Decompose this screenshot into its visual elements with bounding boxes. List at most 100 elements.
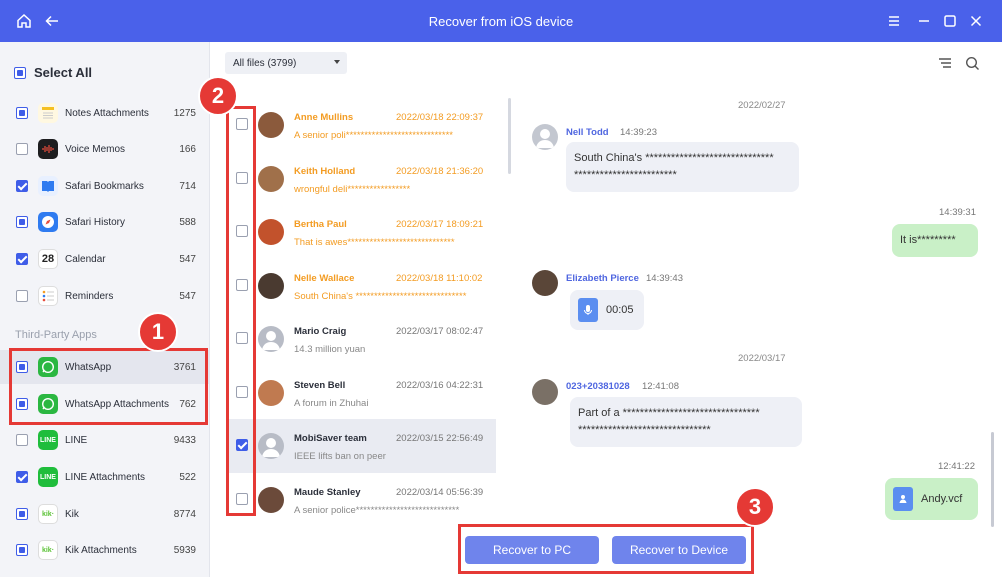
sidebar-item-checkbox[interactable] xyxy=(16,180,28,192)
sidebar-item[interactable]: Safari History 588 xyxy=(0,205,210,239)
icon-text: LINE xyxy=(40,473,56,481)
chat-name: Nelle Wallace xyxy=(294,272,355,284)
sidebar-item-checkbox[interactable] xyxy=(16,107,28,119)
microphone-icon xyxy=(578,298,598,322)
sidebar-item-label: Kik Attachments xyxy=(65,544,137,556)
message-time: 14:39:43 xyxy=(646,273,683,284)
file-message-bubble[interactable]: Andy.vcf xyxy=(885,478,978,520)
sidebar-item-checkbox[interactable] xyxy=(16,216,28,228)
message-text: Part of a ******************************… xyxy=(578,407,760,419)
icon-text: 28 xyxy=(41,253,55,265)
sidebar-item-label: Reminders xyxy=(65,290,114,302)
sidebar-item-count: 714 xyxy=(179,180,196,192)
annotation-box-1 xyxy=(9,348,208,425)
chat-name: MobiSaver team xyxy=(294,433,367,444)
avatar xyxy=(258,272,284,299)
kik-icon: kik· xyxy=(38,540,58,560)
message-bubble: South China's **************************… xyxy=(566,142,799,192)
chat-preview: IEEE lifts ban on peer xyxy=(294,451,386,462)
chat-list-item[interactable]: Anne Mullins 2022/03/18 22:09:37 A senior … xyxy=(228,98,496,152)
chat-list-item[interactable]: Keith Holland 2022/03/18 21:36:20 wrongful… xyxy=(228,152,496,206)
sidebar-item-checkbox[interactable] xyxy=(16,508,28,520)
message-text: ************************ xyxy=(574,169,677,181)
avatar xyxy=(258,326,284,352)
sidebar-item-count: 547 xyxy=(179,253,196,265)
avatar xyxy=(532,124,558,150)
window-title: Recover from iOS device xyxy=(428,14,574,29)
sidebar-item[interactable]: LINE LINE Attachments 522 xyxy=(0,460,210,494)
sender-name: Elizabeth Pierce xyxy=(566,273,639,284)
conversation-scrollbar[interactable] xyxy=(991,432,994,527)
sidebar-item-checkbox[interactable] xyxy=(16,434,28,446)
avatar xyxy=(258,379,284,406)
sidebar-item-checkbox[interactable] xyxy=(16,471,28,483)
sidebar-item[interactable]: Reminders 547 xyxy=(0,279,210,313)
sidebar-item-label: Notes Attachments xyxy=(65,107,149,119)
filter-lines-icon[interactable] xyxy=(938,56,952,75)
sidebar-item[interactable]: kik· Kik Attachments 5939 xyxy=(0,533,210,567)
minimize-icon[interactable] xyxy=(912,9,936,33)
avatar xyxy=(258,112,284,138)
message-bubble: Part of a ******************************… xyxy=(570,397,802,447)
file-filter-dropdown[interactable]: All files (3799) xyxy=(225,52,347,74)
chat-list-item[interactable]: Maude Stanley 2022/03/14 05:56:39 A senior… xyxy=(228,473,496,527)
notes-icon xyxy=(38,103,58,123)
sidebar-item-count: 522 xyxy=(179,471,196,483)
select-all-checkbox[interactable]: Select All xyxy=(14,65,92,80)
search-icon[interactable] xyxy=(965,56,980,76)
sidebar-item-checkbox[interactable] xyxy=(16,143,28,155)
message-time: 12:41:22 xyxy=(938,461,975,472)
avatar xyxy=(258,165,284,192)
sidebar-item[interactable]: Safari Bookmarks 714 xyxy=(0,169,210,203)
sidebar: Select All Notes Attachments 1275 Voice Me… xyxy=(0,42,210,577)
sidebar-item-label: Safari History xyxy=(65,216,126,228)
chat-time: 2022/03/18 11:10:02 xyxy=(396,272,483,284)
voice-message-bubble[interactable]: 00:05 xyxy=(570,290,644,330)
avatar xyxy=(258,433,284,459)
chat-name: Keith Holland xyxy=(294,165,356,177)
close-icon[interactable] xyxy=(964,9,988,33)
chat-list-item[interactable]: Mario Craig 2022/03/17 08:02:47 14.3 milli… xyxy=(228,312,496,366)
sidebar-item-checkbox[interactable] xyxy=(16,253,28,265)
book-icon xyxy=(38,176,58,196)
line-icon: LINE xyxy=(38,467,58,487)
sidebar-item-checkbox[interactable] xyxy=(16,544,28,556)
sidebar-item-label: Kik xyxy=(65,508,79,520)
sidebar-item-label: LINE xyxy=(65,434,88,446)
sidebar-item-label: Calendar xyxy=(65,253,106,265)
chat-list-item[interactable]: MobiSaver team 2022/03/15 22:56:49 IEEE li… xyxy=(228,419,496,473)
chat-list-item[interactable]: Bertha Paul 2022/03/17 18:09:21 That is aw… xyxy=(228,205,496,259)
sidebar-item[interactable]: kik· Kik 8774 xyxy=(0,497,210,531)
chat-time: 2022/03/18 22:09:37 xyxy=(396,112,484,123)
chat-preview: wrongful deli***************** xyxy=(294,183,411,195)
avatar xyxy=(258,219,284,245)
sidebar-item-count: 547 xyxy=(179,290,196,302)
chat-name: Maude Stanley xyxy=(294,486,361,498)
calendar-icon: 28 xyxy=(38,249,58,269)
message-time: 14:39:23 xyxy=(620,127,657,138)
maximize-icon[interactable] xyxy=(938,9,962,33)
sender-name: 023+20381028 xyxy=(566,381,630,392)
icon-text: kik· xyxy=(41,546,55,554)
chat-list-item[interactable]: Steven Bell 2022/03/16 04:22:31 A forum in… xyxy=(228,366,496,420)
hamburger-menu-icon[interactable] xyxy=(882,9,906,33)
select-all-box[interactable] xyxy=(14,66,26,79)
chat-name: Bertha Paul xyxy=(294,219,347,230)
sidebar-item[interactable]: Notes Attachments 1275 xyxy=(0,96,210,130)
chat-list-item[interactable]: Nelle Wallace 2022/03/18 11:10:02 South Ch… xyxy=(228,259,496,313)
icon-text: LINE xyxy=(40,436,56,444)
chat-name: Steven Bell xyxy=(294,379,346,391)
sidebar-item-count: 166 xyxy=(179,143,196,155)
annotation-box-3 xyxy=(458,524,754,574)
sidebar-item[interactable]: LINE LINE 9433 xyxy=(0,423,210,457)
annotation-box-2 xyxy=(226,106,256,516)
sidebar-item[interactable]: Voice Memos 166 xyxy=(0,132,210,166)
sidebar-item-checkbox[interactable] xyxy=(16,290,28,302)
sidebar-item[interactable]: 28 Calendar 547 xyxy=(0,242,210,276)
chat-time: 2022/03/15 22:56:49 xyxy=(396,433,484,444)
message-time: 14:39:31 xyxy=(939,207,976,218)
voice-duration: 00:05 xyxy=(606,303,634,316)
avatar xyxy=(532,379,558,405)
annotation-badge-3: 3 xyxy=(735,487,775,527)
sidebar-item-count: 588 xyxy=(179,216,196,228)
